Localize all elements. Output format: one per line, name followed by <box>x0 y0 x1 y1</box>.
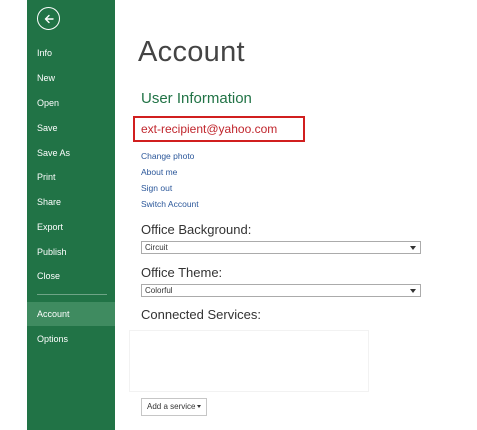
sign-out-link[interactable]: Sign out <box>141 183 172 193</box>
sidebar-item-open[interactable]: Open <box>27 92 115 114</box>
sidebar-item-new[interactable]: New <box>27 67 115 89</box>
backstage-sidebar: Info New Open Save Save As Print Share E… <box>27 0 115 430</box>
office-background-value: Circuit <box>145 243 168 252</box>
sidebar-item-print[interactable]: Print <box>27 166 115 188</box>
sidebar-divider <box>37 294 107 295</box>
office-theme-label: Office Theme: <box>141 265 223 280</box>
back-button[interactable] <box>37 7 60 30</box>
switch-account-link[interactable]: Switch Account <box>141 199 199 209</box>
chevron-down-icon <box>410 246 416 250</box>
add-service-label: Add a service <box>147 402 196 411</box>
sidebar-item-options[interactable]: Options <box>27 328 115 350</box>
connected-services-label: Connected Services: <box>141 307 261 322</box>
backstage-window: Info New Open Save Save As Print Share E… <box>27 0 450 430</box>
sidebar-item-account[interactable]: Account <box>27 302 115 326</box>
chevron-down-icon <box>410 289 416 293</box>
connected-services-list <box>129 330 369 392</box>
user-email-highlight: ext-recipient@yahoo.com <box>133 116 305 142</box>
office-theme-select[interactable]: Colorful <box>141 284 421 297</box>
office-theme-value: Colorful <box>145 286 173 295</box>
add-service-button[interactable]: Add a service <box>141 398 208 416</box>
sidebar-item-save-as[interactable]: Save As <box>27 142 115 164</box>
office-background-label: Office Background: <box>141 222 252 237</box>
chevron-down-icon <box>197 405 202 409</box>
sidebar-item-export[interactable]: Export <box>27 216 115 238</box>
user-information-heading: User Information <box>141 90 252 107</box>
sidebar-item-publish[interactable]: Publish <box>27 241 115 263</box>
sidebar-item-close[interactable]: Close <box>27 265 115 287</box>
sidebar-item-save[interactable]: Save <box>27 117 115 139</box>
user-email: ext-recipient@yahoo.com <box>141 122 278 136</box>
about-me-link[interactable]: About me <box>141 167 177 177</box>
page-title: Account <box>138 36 245 68</box>
change-photo-link[interactable]: Change photo <box>141 151 194 161</box>
office-background-select[interactable]: Circuit <box>141 241 421 254</box>
sidebar-item-share[interactable]: Share <box>27 191 115 213</box>
account-panel: Account User Information ext-recipient@y… <box>115 0 450 430</box>
back-arrow-icon <box>44 14 54 23</box>
sidebar-item-info[interactable]: Info <box>27 42 115 64</box>
